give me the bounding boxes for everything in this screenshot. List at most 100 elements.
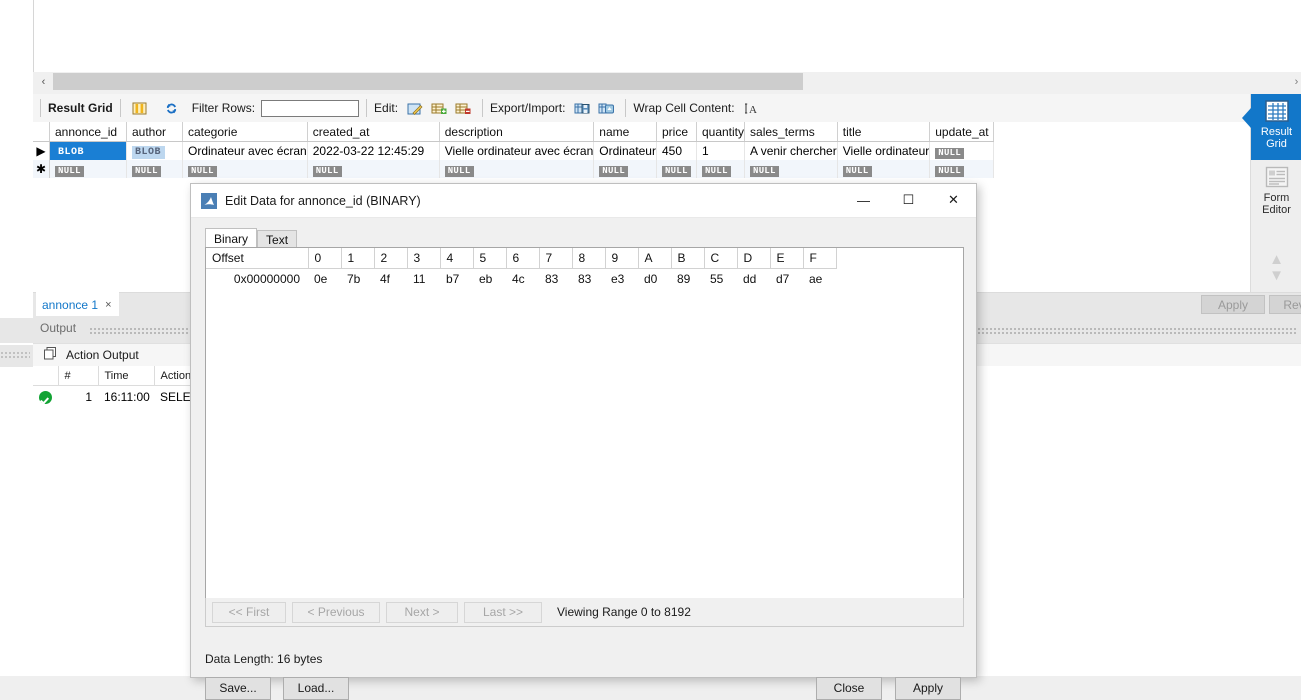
scroll-left-arrow-icon[interactable]: ‹ (35, 72, 52, 92)
previous-page-button[interactable]: < Previous (292, 601, 380, 623)
hex-byte-15[interactable]: ae (803, 268, 836, 289)
hex-col-5: 5 (473, 248, 507, 269)
close-icon[interactable]: ✕ (931, 184, 976, 216)
hex-byte-5[interactable]: eb (473, 268, 506, 289)
close-icon[interactable]: × (105, 299, 111, 311)
next-page-button[interactable]: Next > (386, 601, 458, 623)
sidebar-item-form-editor[interactable]: Form Editor (1251, 160, 1301, 226)
action-output-label: Action Output (66, 348, 139, 362)
cell-created_at[interactable]: NULL (307, 160, 440, 178)
dialog-title-bar[interactable]: Edit Data for annonce_id (BINARY) — ☐ ✕ (191, 184, 976, 218)
cell-sales_terms[interactable]: NULL (744, 160, 838, 178)
hex-byte-14[interactable]: d7 (770, 268, 803, 289)
hex-byte-6[interactable]: 4c (506, 268, 539, 289)
hex-byte-3[interactable]: 11 (407, 268, 440, 289)
cell-annonce_id[interactable]: BLOB (49, 141, 127, 160)
left-splitter-band-bottom[interactable] (0, 345, 33, 367)
cell-quantity[interactable]: 1 (696, 141, 746, 160)
dialog-title: Edit Data for annonce_id (BINARY) (225, 193, 421, 208)
first-page-button[interactable]: << First (212, 601, 286, 623)
blob-chip: BLOB (55, 146, 89, 159)
grid-col-author[interactable]: author (126, 122, 183, 142)
hex-byte-0[interactable]: 0e (308, 268, 341, 289)
result-grid-icon (1264, 98, 1290, 124)
maximize-icon[interactable]: ☐ (886, 184, 931, 216)
toolbar-separator (40, 99, 41, 117)
grid-col-price[interactable]: price (656, 122, 697, 142)
hex-col-A: A (638, 248, 672, 269)
import-icon[interactable] (596, 98, 616, 118)
scroll-right-arrow-icon[interactable]: › (1288, 72, 1301, 92)
sidebar-item-label: Editor (1262, 204, 1291, 216)
cell-update_at[interactable]: NULL (929, 160, 995, 178)
hex-byte-2[interactable]: 4f (374, 268, 407, 289)
grid-col-title[interactable]: title (837, 122, 931, 142)
table-row[interactable]: ✱ NULL NULL NULL NULL NULL NULL NULL NUL… (33, 160, 995, 178)
edit-pencil-icon[interactable] (405, 98, 425, 118)
tab-binary[interactable]: Binary (205, 228, 258, 249)
chevron-up-icon[interactable]: ▲ (1269, 252, 1284, 267)
revert-button[interactable]: Revert (1269, 295, 1301, 314)
table-row[interactable]: ▶ BLOB BLOB Ordinateur avec écran 2022-0… (33, 141, 995, 160)
cell-title[interactable]: Vielle ordinateur (837, 141, 931, 160)
horizontal-scrollbar[interactable]: ‹ › (33, 72, 1301, 94)
wrap-text-icon[interactable]: A (742, 98, 762, 118)
grid-col-name[interactable]: name (593, 122, 657, 142)
minimize-icon[interactable]: — (841, 184, 886, 216)
cell-sales_terms[interactable]: A venir chercher (744, 141, 838, 160)
cell-description[interactable]: NULL (439, 160, 595, 178)
hex-byte-4[interactable]: b7 (440, 268, 473, 289)
export-icon[interactable] (572, 98, 592, 118)
grid-col-sales_terms[interactable]: sales_terms (744, 122, 838, 142)
save-button[interactable]: Save... (205, 677, 271, 700)
hex-byte-10[interactable]: d0 (638, 268, 671, 289)
chevron-down-icon[interactable]: ▼ (1269, 268, 1284, 283)
dialog-apply-button[interactable]: Apply (895, 677, 961, 700)
grid-col-update_at[interactable]: update_at (929, 122, 995, 142)
last-page-button[interactable]: Last >> (464, 601, 542, 623)
sidebar-scroll-chevrons[interactable]: ▲ ▼ (1251, 252, 1301, 283)
tab-annonce-1[interactable]: annonce 1 × (36, 292, 119, 316)
hex-row[interactable]: 0x00000000 0e 7b 4f 11 b7 eb 4c 83 83 e3… (206, 268, 836, 289)
cell-price[interactable]: NULL (656, 160, 697, 178)
splitter-grip-handle[interactable] (0, 351, 30, 360)
load-button[interactable]: Load... (283, 677, 349, 700)
grid-col-categorie[interactable]: categorie (182, 122, 308, 142)
refresh-icon[interactable] (162, 98, 182, 118)
hex-byte-8[interactable]: 83 (572, 268, 605, 289)
grid-col-quantity[interactable]: quantity (696, 122, 746, 142)
grid-icon[interactable] (130, 98, 150, 118)
hex-byte-11[interactable]: 89 (671, 268, 704, 289)
cell-quantity[interactable]: NULL (696, 160, 746, 178)
null-chip: NULL (599, 165, 629, 177)
sql-editor-area[interactable] (33, 0, 1301, 72)
cell-name[interactable]: Ordinateur (593, 141, 657, 160)
grid-col-description[interactable]: description (439, 122, 595, 142)
cell-created_at[interactable]: 2022-03-22 12:45:29 (307, 141, 440, 160)
hex-byte-7[interactable]: 83 (539, 268, 572, 289)
hex-byte-9[interactable]: e3 (605, 268, 638, 289)
hex-byte-12[interactable]: 55 (704, 268, 737, 289)
cell-name[interactable]: NULL (593, 160, 657, 178)
cell-categorie[interactable]: NULL (182, 160, 308, 178)
apply-button[interactable]: Apply (1201, 295, 1265, 314)
scrollbar-thumb[interactable] (53, 73, 803, 90)
grid-col-annonce_id[interactable]: annonce_id (49, 122, 127, 142)
grid-col-created_at[interactable]: created_at (307, 122, 440, 142)
cell-author[interactable]: BLOB (126, 141, 183, 160)
delete-row-icon[interactable] (453, 98, 473, 118)
hex-byte-1[interactable]: 7b (341, 268, 374, 289)
cell-author[interactable]: NULL (126, 160, 183, 178)
hex-byte-13[interactable]: dd (737, 268, 770, 289)
sidebar-item-result-grid[interactable]: Result Grid (1242, 94, 1301, 160)
close-button[interactable]: Close (816, 677, 882, 700)
cell-categorie[interactable]: Ordinateur avec écran (182, 141, 308, 160)
cell-price[interactable]: 450 (656, 141, 697, 160)
cell-description[interactable]: Vielle ordinateur avec écran (439, 141, 595, 160)
hex-viewer[interactable]: Offset 0 1 2 3 4 5 6 7 8 9 A B C D E F 0… (205, 247, 964, 600)
cell-title[interactable]: NULL (837, 160, 931, 178)
cell-update_at[interactable]: NULL (929, 141, 995, 160)
insert-row-icon[interactable] (429, 98, 449, 118)
cell-annonce_id[interactable]: NULL (49, 160, 127, 178)
filter-rows-input[interactable] (261, 99, 360, 117)
